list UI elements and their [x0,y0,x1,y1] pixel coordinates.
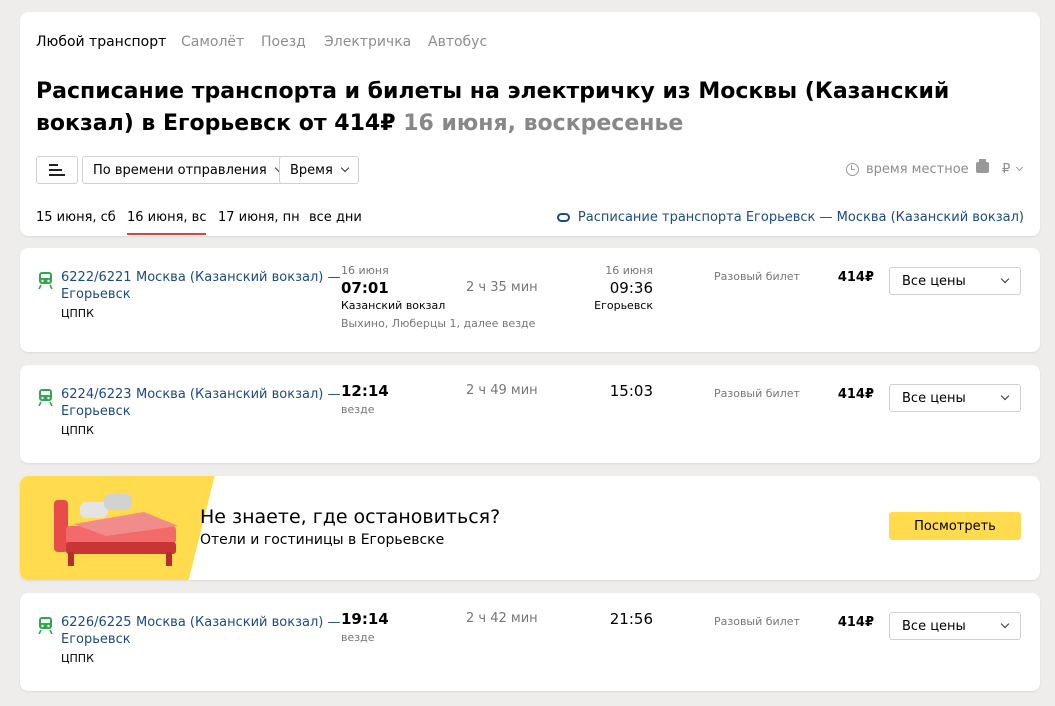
trip-price: 414₽ [837,387,874,402]
currency-dropdown[interactable]: ₽ [1002,162,1024,177]
sort-dropdown-label: По времени отправления [93,162,267,178]
arrival-time: 15:03 [609,382,653,400]
trip-card[interactable]: 6226/6225 Егорьевск ЦППК Москва (Казанск… [20,593,1040,691]
train-icon [38,617,53,634]
prices-dropdown[interactable]: Все цены [889,612,1021,640]
title-date: 16 июня, воскресенье [403,111,684,136]
reverse-route-link[interactable]: Расписание транспорта Егорьевск — Москва… [556,210,1024,225]
printer-icon [976,159,989,173]
trip-route-destination[interactable]: Егорьевск [61,404,131,419]
trip-route[interactable]: Москва (Казанский вокзал) — [136,615,340,630]
chevron-down-icon [1016,163,1024,172]
ticket-type: Разовый билет [714,615,800,628]
trip-route[interactable]: Москва (Казанский вокзал) — [136,270,340,285]
arrival-time: 21:56 [609,610,653,628]
chevron-down-icon [1000,391,1010,401]
trip-price: 414₽ [837,615,874,630]
trip-carrier: ЦППК [61,424,94,437]
print-button[interactable] [976,159,989,173]
promo-title: Не знаете, где остановиться? [200,506,501,528]
chevron-down-icon [1000,619,1010,629]
train-icon [38,272,53,289]
tab-bus[interactable]: Автобус [428,34,487,50]
hotel-promo-banner[interactable]: Не знаете, где остановиться? Отели и гос… [20,476,1040,580]
train-icon [38,389,53,406]
bed-icon [54,494,178,566]
date-tab-15[interactable]: 15 июня, сб [36,210,116,233]
clock-icon [846,163,859,176]
trip-carrier: ЦППК [61,307,94,320]
view-hotels-button[interactable]: Посмотреть [889,512,1021,540]
trip-stops: Выхино, Люберцы 1, далее везде [341,317,536,330]
arrival-date: 16 июня [605,264,653,277]
date-tab-17[interactable]: 17 июня, пн [218,210,300,233]
tab-any-transport[interactable]: Любой транспорт [36,34,166,50]
time-dropdown-label: Время [290,162,333,178]
trip-route-destination[interactable]: Егорьевск [61,632,131,647]
trip-duration: 2 ч 35 мин [466,280,538,295]
swap-direction-icon [556,213,570,222]
prices-dropdown-label: Все цены [902,618,966,634]
chevron-down-icon [1000,274,1010,284]
currency-label: ₽ [1002,162,1011,177]
date-tab-16[interactable]: 16 июня, вс [127,210,207,235]
trip-card[interactable]: 6224/6223 Егорьевск ЦППК Москва (Казанск… [20,365,1040,463]
arrival-station: Егорьевск [594,299,653,312]
departure-station: Казанский вокзал [341,299,446,312]
prices-dropdown-label: Все цены [902,273,966,289]
prices-dropdown-label: Все цены [902,390,966,406]
prices-dropdown[interactable]: Все цены [889,384,1021,412]
local-time-toggle[interactable]: время местное [846,162,969,177]
sort-dropdown[interactable]: По времени отправления [82,156,293,184]
filters-menu-button[interactable] [36,156,78,184]
departure-time: 19:14 [341,610,389,628]
chevron-down-icon [340,163,350,173]
tab-train[interactable]: Поезд [261,34,306,50]
trip-stops: везде [341,631,375,644]
trip-stops: везде [341,403,375,416]
departure-date: 16 июня [341,264,389,277]
trip-route[interactable]: Москва (Казанский вокзал) — [136,387,340,402]
trip-route-destination[interactable]: Егорьевск [61,287,131,302]
trip-duration: 2 ч 49 мин [466,383,538,398]
ticket-type: Разовый билет [714,387,800,400]
date-tab-all[interactable]: все дни [309,210,362,233]
trip-number[interactable]: 6224/6223 [61,387,132,402]
arrival-time: 09:36 [609,279,653,297]
time-dropdown[interactable]: Время [279,156,359,184]
page-title: Расписание транспорта и билеты на электр… [36,76,996,140]
prices-dropdown[interactable]: Все цены [889,267,1021,295]
tab-suburban[interactable]: Электричка [324,34,411,50]
trip-carrier: ЦППК [61,652,94,665]
trip-number[interactable]: 6226/6225 [61,615,132,630]
local-time-label: время местное [866,162,969,177]
departure-time: 07:01 [341,279,389,297]
departure-time: 12:14 [341,382,389,400]
filter-menu-icon [49,161,65,179]
tab-plane[interactable]: Самолёт [181,34,244,50]
trip-card[interactable]: 6222/6221 Егорьевск ЦППК Москва (Казанск… [20,248,1040,352]
trip-number[interactable]: 6222/6221 [61,270,132,285]
trip-duration: 2 ч 42 мин [466,611,538,626]
header-card: Любой транспорт Самолёт Поезд Электричка… [20,12,1040,236]
trip-price: 414₽ [837,270,874,285]
promo-subtitle: Отели и гостиницы в Егорьевске [200,532,445,548]
reverse-route-label: Расписание транспорта Егорьевск — Москва… [577,210,1024,225]
ticket-type: Разовый билет [714,270,800,283]
